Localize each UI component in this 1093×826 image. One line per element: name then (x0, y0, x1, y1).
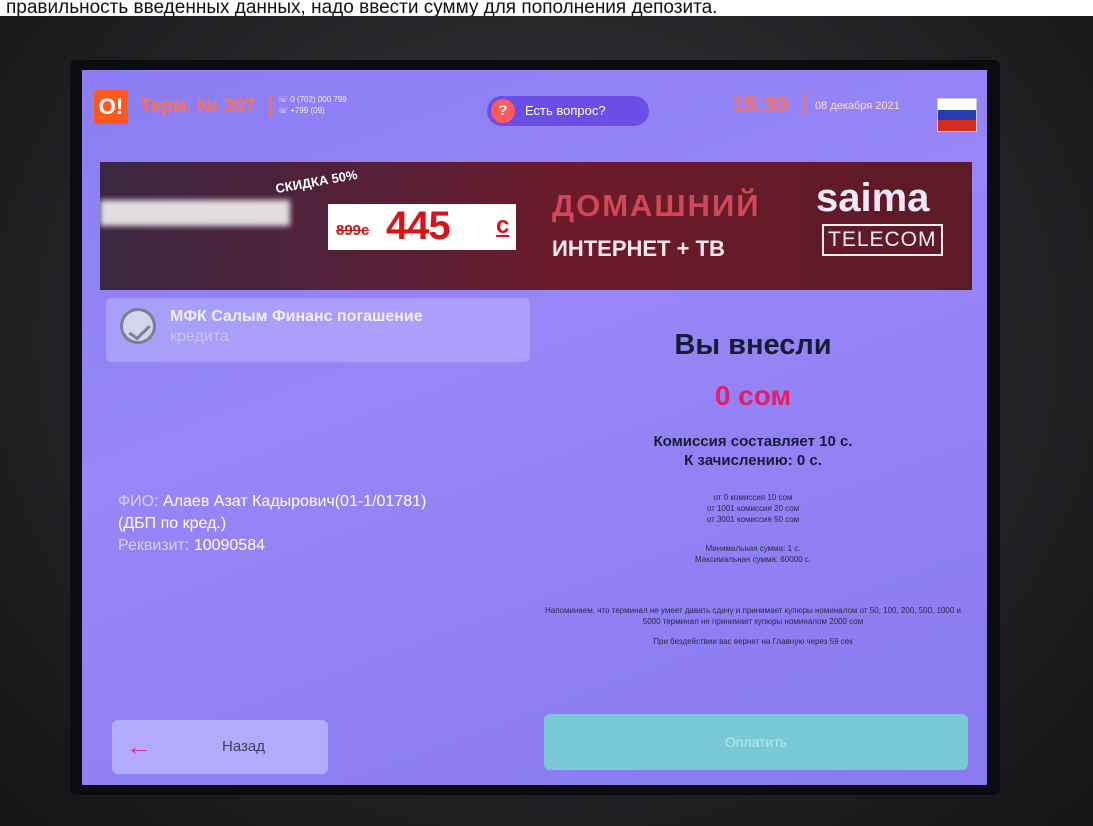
flag-stripe-red (938, 120, 976, 131)
tier-line: от 3001 комиссия 50 сом (706, 515, 800, 524)
language-flag-icon[interactable] (937, 98, 977, 132)
commission-info: Комиссия составляет 10 с. К зачислению: … (538, 432, 968, 470)
help-button-label: Есть вопрос? (525, 103, 606, 118)
support-phones: ☏ 0 (702) 000 799 ☏ +799 (09) (278, 94, 347, 116)
terminal-number: Терм. № 307 (140, 96, 256, 117)
image-placeholder-icon (120, 308, 156, 344)
ad-banner[interactable]: СКИДКА 50% 899с 445 с ДОМАШНИЙ ИНТЕРНЕТ … (100, 162, 972, 290)
screen-glare (100, 200, 290, 226)
banner-headline: ДОМАШНИЙ (552, 188, 761, 223)
clock-separator: | (802, 90, 809, 117)
kiosk-screen: O! Терм. № 307 | ☏ 0 (702) 000 799 ☏ +79… (82, 70, 987, 785)
photo-caption: правильность введенных данных, надо ввес… (0, 0, 1093, 16)
min-amount: Минимальная сумма: 1 с. (705, 544, 801, 553)
banner-currency: с (496, 212, 510, 239)
change-reminder: Напоминаем, что терминал не умеет давать… (544, 606, 961, 626)
flag-stripe-white (938, 99, 976, 110)
back-button-label: Назад (222, 738, 265, 755)
flag-stripe-blue (938, 109, 976, 121)
timeout-notice: При бездействии вас вернет на Главную че… (653, 637, 853, 646)
banner-brand: saima (816, 176, 930, 220)
requisite-value: 10090584 (193, 537, 265, 554)
fio-row: ФИО: Алаев Азат Кадырович(01-1/01781) (118, 491, 426, 513)
banner-subheadline: ИНТЕРНЕТ + ТВ (552, 236, 725, 261)
fio-value: Алаев Азат Кадырович(01-1/01781) (163, 493, 427, 510)
brand-logo: O! (94, 90, 128, 124)
max-amount: Максимальная сумма: 60000 с. (695, 555, 811, 564)
requisite-row: Реквизит: 10090584 (118, 535, 426, 557)
requisite-label: Реквизит: (118, 537, 190, 554)
header: O! Терм. № 307 | ☏ 0 (702) 000 799 ☏ +79… (82, 70, 987, 152)
banner-old-price: 899с (336, 222, 370, 239)
payment-details: ФИО: Алаев Азат Кадырович(01-1/01781) (Д… (118, 491, 426, 557)
phone-icon: ☏ (278, 95, 291, 104)
clock-date: 08 декабря 2021 (815, 100, 900, 112)
paid-amount: 0 сом (714, 380, 792, 411)
back-button[interactable]: ← Назад (112, 720, 328, 774)
phone-icon: ☏ (278, 106, 291, 115)
question-circle-icon: ? (491, 99, 515, 123)
header-separator: | (267, 92, 274, 119)
fio-note: (ДБП по кред.) (118, 515, 227, 532)
help-button[interactable]: ? Есть вопрос? (487, 96, 649, 126)
commission-tiers: от 0 комиссия 10 сом от 1001 комиссия 20… (538, 492, 968, 525)
fio-label: ФИО: (118, 493, 159, 510)
phone-line: ☏ 0 (702) 000 799 (278, 94, 347, 105)
arrow-left-icon: ← (126, 731, 152, 761)
phone-number: 0 (702) 000 799 (290, 95, 347, 104)
service-card: МФК Салым Финанс погашение кредита (106, 298, 530, 362)
banner-brand-sub: TELECOM (822, 224, 943, 256)
paid-title: Вы внесли (674, 329, 832, 361)
banner-new-price: 445 (386, 204, 451, 248)
to-credit-text: К зачислению: 0 с. (684, 452, 822, 469)
service-title: МФК Салым Финанс погашение (170, 308, 423, 325)
pay-button[interactable]: Оплатить (544, 714, 968, 770)
tier-line: от 1001 комиссия 20 сом (706, 504, 800, 513)
phone-line: ☏ +799 (09) (278, 105, 347, 116)
payment-summary: Вы внесли 0 сом Комиссия составляет 10 с… (538, 325, 968, 646)
tier-line: от 0 комиссия 10 сом (713, 493, 793, 502)
clock-time: 15:30 (732, 92, 789, 117)
banner-discount: СКИДКА 50% (274, 166, 359, 197)
commission-text: Комиссия составляет 10 с. (653, 433, 853, 450)
banner-price-box: 899с 445 с (328, 204, 516, 250)
service-subtitle: кредита (170, 328, 229, 345)
amount-limits: Минимальная сумма: 1 с. Максимальная сум… (538, 543, 968, 565)
phone-number: +799 (09) (290, 106, 325, 115)
